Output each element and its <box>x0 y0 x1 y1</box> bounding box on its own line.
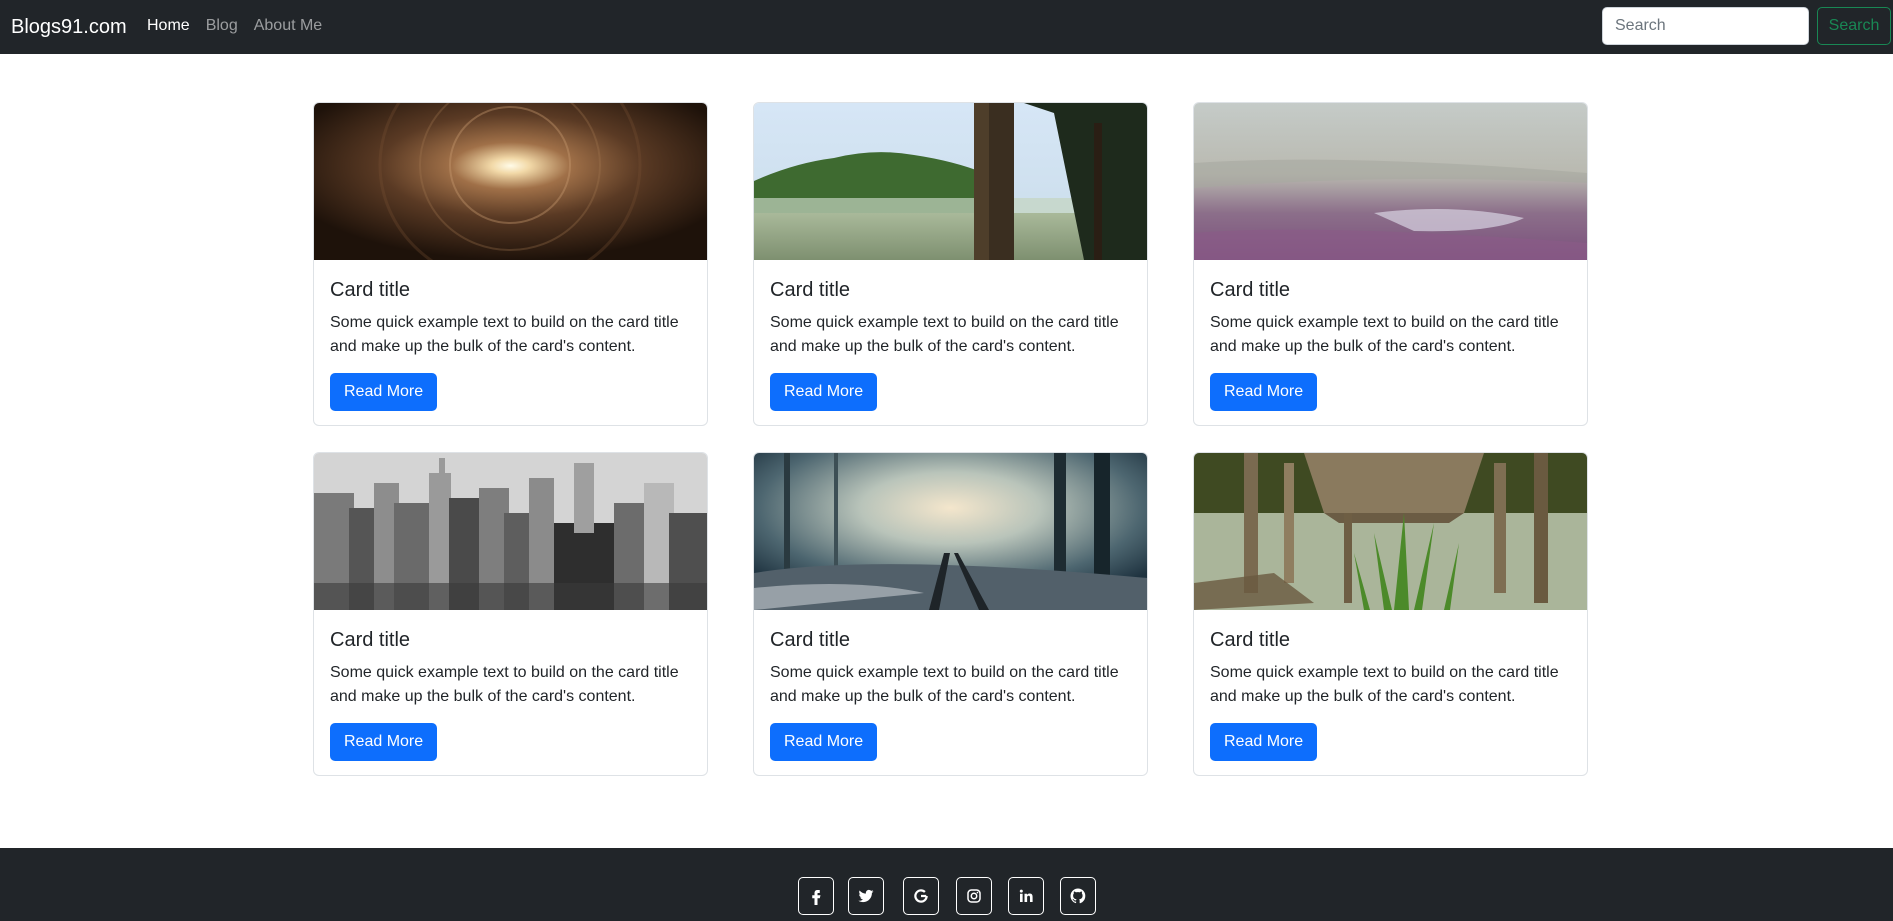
card-title: Card title <box>330 279 411 301</box>
card: Card title Some quick example text to bu… <box>313 102 708 426</box>
card-title: Card title <box>1210 279 1291 301</box>
card: Card title Some quick example text to bu… <box>1193 452 1588 776</box>
search-button[interactable]: Search <box>1817 7 1891 45</box>
card: Card title Some quick example text to bu… <box>753 452 1148 776</box>
card-text: Some quick example text to build on the … <box>330 314 679 355</box>
linkedin-icon <box>1019 889 1033 902</box>
footer <box>0 848 1893 921</box>
twitter-button[interactable] <box>848 877 884 915</box>
read-more-button[interactable]: Read More <box>330 723 438 761</box>
read-more-button[interactable]: Read More <box>1210 373 1318 411</box>
card: Card title Some quick example text to bu… <box>1193 102 1588 426</box>
read-more-button[interactable]: Read More <box>770 723 878 761</box>
card-text: Some quick example text to build on the … <box>770 664 1119 705</box>
navbar: Blogs91.com Home Blog About Me Search <box>0 0 1893 54</box>
brand-logo[interactable]: Blogs91.com <box>11 14 127 40</box>
google-button[interactable] <box>903 877 939 915</box>
twitter-icon <box>858 889 874 903</box>
nav-link-home[interactable]: Home <box>147 16 190 36</box>
read-more-button[interactable]: Read More <box>770 373 878 411</box>
facebook-icon <box>812 890 821 905</box>
hazy-beach-image <box>1194 103 1587 260</box>
card-text: Some quick example text to build on the … <box>1210 664 1559 705</box>
nav-link-about-me[interactable]: About Me <box>254 16 322 36</box>
instagram-button[interactable] <box>956 877 992 915</box>
card-text: Some quick example text to build on the … <box>330 664 679 705</box>
instagram-icon <box>967 889 981 903</box>
wooden-dock-grass-image <box>1194 453 1587 610</box>
nav-links: Home Blog About Me <box>147 16 322 36</box>
foggy-forest-railway-image <box>754 453 1147 610</box>
search-input[interactable] <box>1602 7 1809 45</box>
card-title: Card title <box>1210 629 1291 651</box>
google-icon <box>914 889 928 903</box>
card-text: Some quick example text to build on the … <box>770 314 1119 355</box>
github-icon <box>1070 888 1086 904</box>
card-title: Card title <box>770 629 851 651</box>
linkedin-button[interactable] <box>1008 877 1044 915</box>
read-more-button[interactable]: Read More <box>330 373 438 411</box>
card-text: Some quick example text to build on the … <box>1210 314 1559 355</box>
read-more-button[interactable]: Read More <box>1210 723 1318 761</box>
nav-link-blog[interactable]: Blog <box>206 16 238 36</box>
card-title: Card title <box>770 279 851 301</box>
card: Card title Some quick example text to bu… <box>753 102 1148 426</box>
tunnel-light-image <box>314 103 707 260</box>
card: Card title Some quick example text to bu… <box>313 452 708 776</box>
github-button[interactable] <box>1060 877 1096 915</box>
misty-lake-pier-image <box>754 103 1147 260</box>
city-skyline-image <box>314 453 707 610</box>
card-title: Card title <box>330 629 411 651</box>
facebook-button[interactable] <box>798 877 834 915</box>
